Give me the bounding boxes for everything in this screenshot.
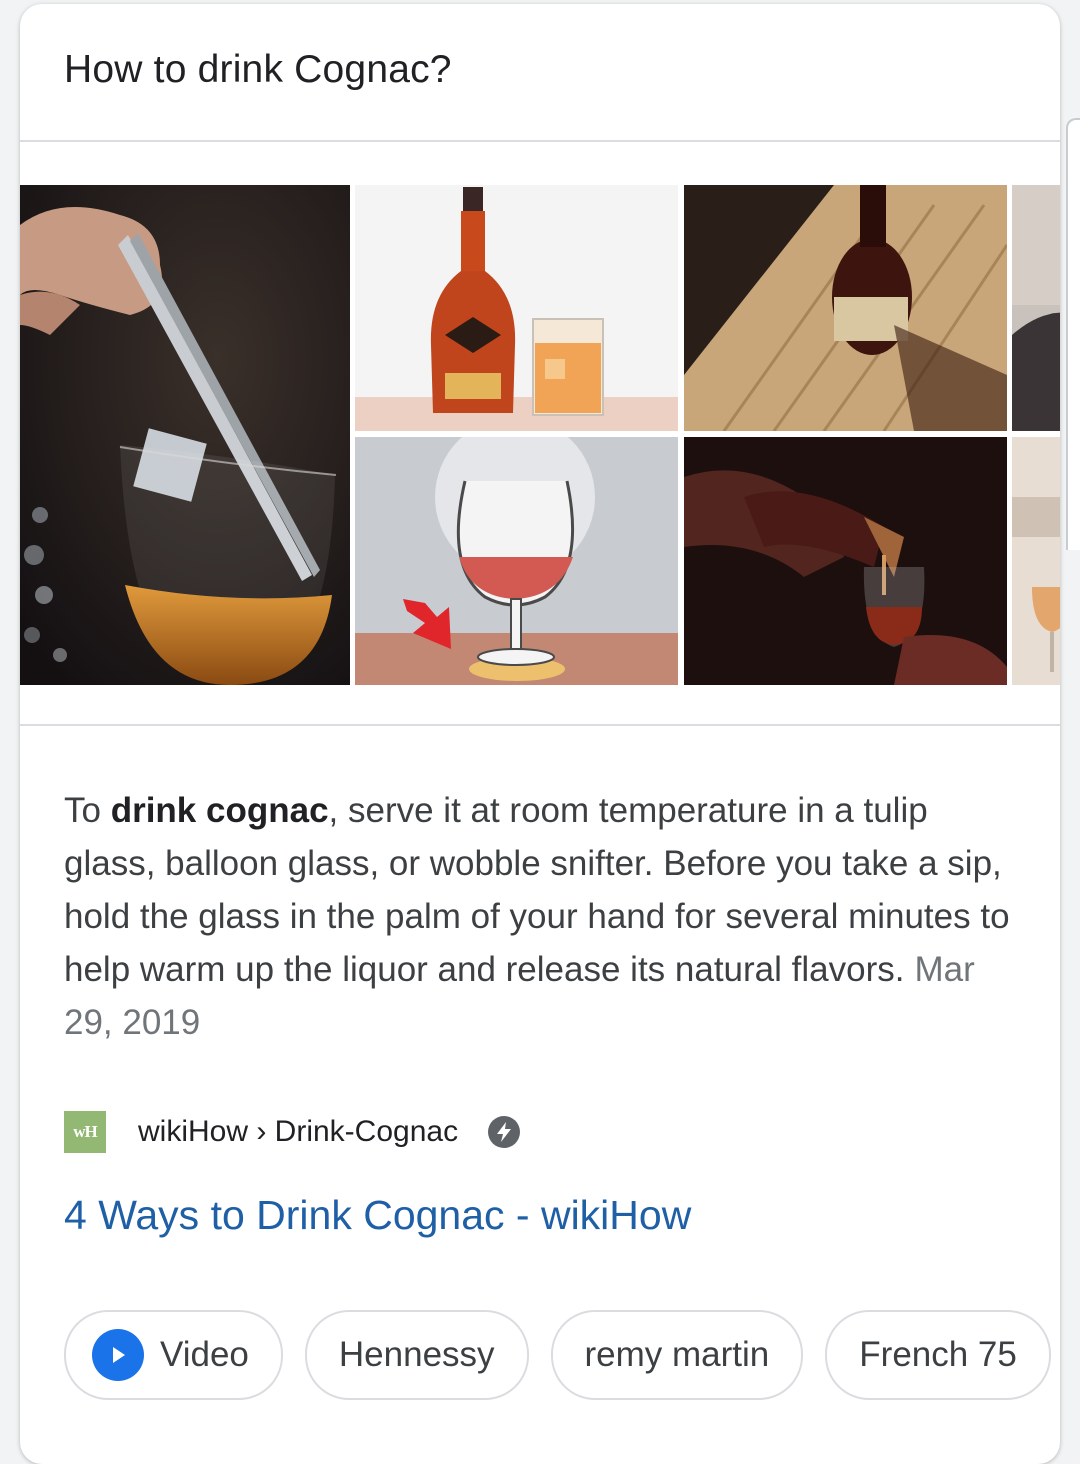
image-partial-landscape[interactable] bbox=[1012, 185, 1060, 431]
divider bbox=[20, 140, 1060, 142]
image-partial-glass[interactable] bbox=[1012, 437, 1060, 685]
chip-label: Video bbox=[160, 1335, 249, 1374]
divider bbox=[20, 724, 1060, 726]
image-cognac-bottle-illustration[interactable] bbox=[355, 185, 678, 431]
chip-video[interactable]: Video bbox=[64, 1310, 283, 1400]
image-pouring-cognac[interactable] bbox=[684, 437, 1007, 685]
chip-label: French 75 bbox=[859, 1335, 1017, 1374]
image-gallery[interactable] bbox=[20, 185, 1060, 685]
image-cognac-bottle-on-wood[interactable] bbox=[684, 185, 1007, 431]
image-snifter-illustration[interactable] bbox=[355, 437, 678, 685]
question-title: How to drink Cognac? bbox=[64, 48, 452, 91]
wikihow-favicon: wH bbox=[64, 1111, 106, 1153]
source-breadcrumb[interactable]: wikiHow › Drink-Cognac bbox=[138, 1115, 458, 1149]
play-icon bbox=[92, 1329, 144, 1381]
image-ice-tongs-cognac-glass[interactable] bbox=[20, 185, 350, 685]
chip-label: remy martin bbox=[584, 1335, 770, 1374]
chip-remy-martin[interactable]: remy martin bbox=[550, 1310, 804, 1400]
chip-hennessy[interactable]: Hennessy bbox=[304, 1310, 529, 1400]
source-line[interactable]: wH wikiHow › Drink-Cognac bbox=[64, 1110, 521, 1154]
scroll-indicator bbox=[1066, 118, 1080, 550]
chip-french-75[interactable]: French 75 bbox=[825, 1310, 1051, 1400]
result-title-link[interactable]: 4 Ways to Drink Cognac - wikiHow bbox=[64, 1192, 691, 1239]
answer-text: To drink cognac, serve it at room temper… bbox=[64, 784, 1024, 1049]
answer-prefix: To bbox=[64, 791, 111, 830]
chip-label: Hennessy bbox=[338, 1335, 495, 1374]
related-chips: Video Hennessy remy martin French 75 bbox=[64, 1310, 1060, 1404]
answer-bold: drink cognac bbox=[110, 791, 329, 830]
featured-snippet-card: How to drink Cognac? To drink cognac, se… bbox=[20, 4, 1060, 1464]
amp-lightning-icon bbox=[488, 1116, 521, 1148]
